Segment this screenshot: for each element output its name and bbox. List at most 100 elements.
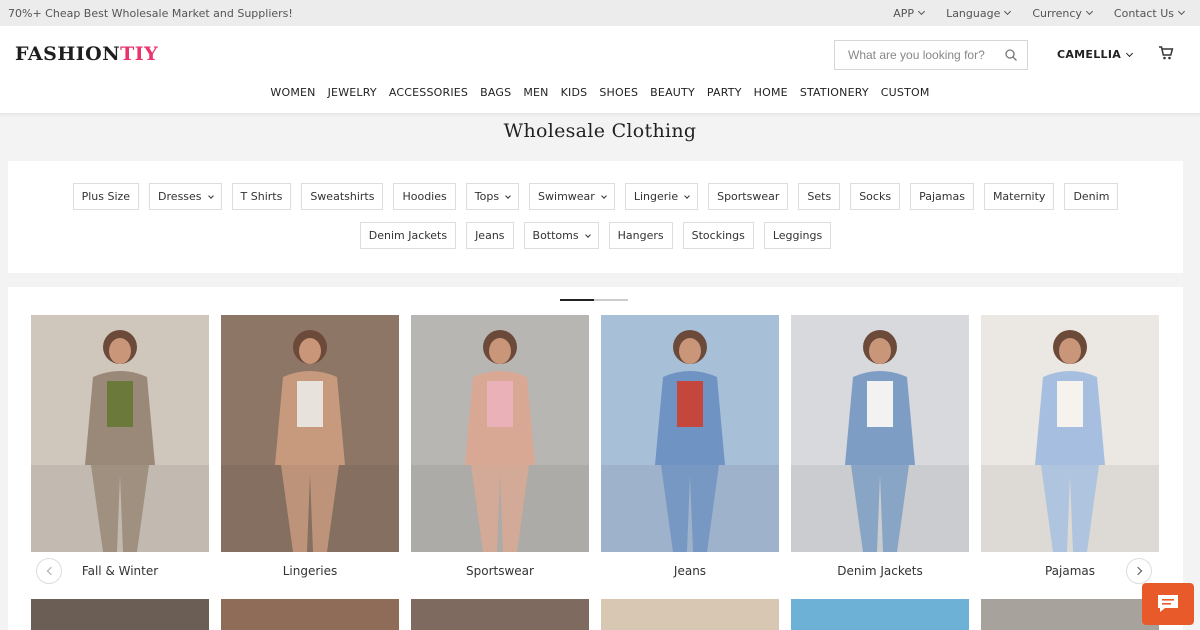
search-input[interactable]: [835, 48, 995, 62]
app-menu-label: APP: [893, 6, 915, 20]
top-links: APP Language Currency Contact Us: [893, 7, 1192, 20]
category-card-jeans[interactable]: Jeans: [601, 315, 779, 578]
filter-chip-maternity[interactable]: Maternity: [983, 183, 1055, 210]
filter-chip-label: Leggings: [772, 229, 823, 242]
filter-chip-label: Denim: [1073, 190, 1110, 203]
filter-chip-sweatshirts[interactable]: Sweatshirts: [301, 183, 384, 210]
chevron-down-icon: [600, 192, 607, 199]
filter-chip-hoodies[interactable]: Hoodies: [393, 183, 456, 210]
filter-chip-plus-size[interactable]: Plus Size: [72, 183, 140, 210]
filter-chip-label: Sweatshirts: [310, 190, 375, 203]
category-carousel: Fall & Winter Lingeries Sportswear Jeans Den…: [8, 287, 1183, 630]
logo-accent: TIY: [120, 43, 159, 65]
category-image[interactable]: [791, 315, 969, 552]
category-image[interactable]: [411, 599, 589, 630]
category-card-fall-winter[interactable]: Fall & Winter: [31, 315, 209, 578]
filter-chip-label: Swimwear: [538, 190, 595, 203]
chevron-down-icon: [505, 192, 511, 199]
currency-menu[interactable]: Currency: [1032, 7, 1093, 20]
nav-custom[interactable]: CUSTOM: [875, 86, 936, 99]
filter-chip-socks[interactable]: Socks: [850, 183, 901, 210]
filter-row: Denim Jackets Jeans Bottoms Hangers Stocking…: [8, 222, 1183, 249]
filter-chip-label: Pajamas: [919, 190, 965, 203]
nav-women[interactable]: WOMEN: [264, 86, 321, 99]
filter-chip-dresses[interactable]: Dresses: [149, 183, 222, 210]
category-image[interactable]: [981, 599, 1159, 630]
filter-chip-label: Plus Size: [81, 190, 131, 203]
chevron-right-icon: [1133, 566, 1142, 576]
chevron-left-icon: [46, 566, 55, 576]
filter-chip-hangers[interactable]: Hangers: [608, 222, 673, 249]
main-nav: WOMEN JEWELRY ACCESSORIES BAGS MEN KIDS …: [0, 86, 1200, 99]
filter-chip-jeans[interactable]: Jeans: [466, 222, 514, 249]
language-menu[interactable]: Language: [946, 7, 1012, 20]
chevron-down-icon: [918, 7, 926, 16]
filter-chip-label: Hoodies: [402, 190, 447, 203]
nav-stationery[interactable]: STATIONERY: [794, 86, 875, 99]
filter-chip-label: Sportswear: [717, 190, 780, 203]
filter-chip-stockings[interactable]: Stockings: [682, 222, 754, 249]
filter-chip-label: Hangers: [617, 229, 664, 242]
category-image[interactable]: [31, 315, 209, 552]
category-image[interactable]: [221, 599, 399, 630]
nav-men[interactable]: MEN: [517, 86, 554, 99]
nav-accessories[interactable]: ACCESSORIES: [383, 86, 474, 99]
category-image[interactable]: [411, 315, 589, 552]
carousel-cards: Fall & Winter Lingeries Sportswear Jeans Den…: [31, 315, 1159, 578]
nav-beauty[interactable]: BEAUTY: [644, 86, 701, 99]
chevron-down-icon: [1177, 7, 1186, 16]
filter-chip-label: T Shirts: [240, 190, 283, 203]
filter-chip-lingerie[interactable]: Lingerie: [624, 183, 699, 210]
search-icon[interactable]: [1005, 49, 1017, 61]
category-card-denim-jackets[interactable]: Denim Jackets: [791, 315, 969, 578]
chevron-down-icon: [1126, 49, 1134, 57]
category-image[interactable]: [981, 315, 1159, 552]
filter-chip-label: Dresses: [158, 190, 202, 203]
category-card-pajamas[interactable]: Pajamas: [981, 315, 1159, 578]
filter-chip-label: Lingerie: [633, 190, 679, 203]
filter-chip-pajamas[interactable]: Pajamas: [910, 183, 974, 210]
filter-chip-swimwear[interactable]: Swimwear: [529, 183, 615, 210]
filter-chip-label: Sets: [807, 190, 832, 203]
chat-icon: [1158, 595, 1178, 612]
nav-shoes[interactable]: SHOES: [593, 86, 644, 99]
filter-chip-leggings[interactable]: Leggings: [763, 222, 832, 249]
nav-home[interactable]: HOME: [748, 86, 794, 99]
category-label: Sportswear: [466, 564, 534, 578]
filter-chip-bottoms[interactable]: Bottoms: [523, 222, 599, 249]
category-label: Lingeries: [282, 564, 338, 578]
account-menu[interactable]: CAMELLIA: [1057, 48, 1134, 61]
filter-chip-sets[interactable]: Sets: [798, 183, 841, 210]
app-menu[interactable]: APP: [893, 6, 926, 20]
category-image[interactable]: [31, 599, 209, 630]
chat-button[interactable]: [1142, 583, 1194, 625]
nav-bags[interactable]: BAGS: [474, 86, 517, 99]
filter-chip-denim[interactable]: Denim: [1064, 183, 1119, 210]
category-image[interactable]: [601, 599, 779, 630]
carousel-next-button[interactable]: [1126, 558, 1152, 584]
nav-party[interactable]: PARTY: [701, 86, 748, 99]
category-image[interactable]: [791, 599, 969, 630]
category-card-lingeries[interactable]: Lingeries: [221, 315, 399, 578]
category-image[interactable]: [221, 315, 399, 552]
cart-icon[interactable]: [1158, 45, 1174, 61]
contact-menu[interactable]: Contact Us: [1114, 7, 1186, 20]
filter-chip-denim-jackets[interactable]: Denim Jackets: [359, 222, 457, 249]
site-header: FASHIONTIY CAMELLIA WOMEN JEWELRY ACCESS…: [0, 26, 1200, 114]
category-image[interactable]: [601, 315, 779, 552]
filter-chip-label: Tops: [474, 190, 500, 203]
nav-kids[interactable]: KIDS: [555, 86, 594, 99]
logo[interactable]: FASHIONTIY: [15, 43, 158, 65]
tagline: 70%+ Cheap Best Wholesale Market and Sup…: [8, 6, 293, 20]
carousel-next-row: [31, 599, 1159, 630]
category-card-sportswear[interactable]: Sportswear: [411, 315, 589, 578]
filter-chip-tops[interactable]: Tops: [465, 183, 520, 210]
filter-chip-t-shirts[interactable]: T Shirts: [231, 183, 292, 210]
nav-jewelry[interactable]: JEWELRY: [322, 86, 383, 99]
chevron-down-icon: [584, 231, 591, 238]
search-box: [834, 40, 1028, 70]
carousel-prev-button[interactable]: [36, 558, 62, 584]
carousel-indicator[interactable]: [560, 299, 628, 301]
filter-chip-label: Maternity: [992, 190, 1046, 203]
filter-chip-sportswear[interactable]: Sportswear: [708, 183, 789, 210]
